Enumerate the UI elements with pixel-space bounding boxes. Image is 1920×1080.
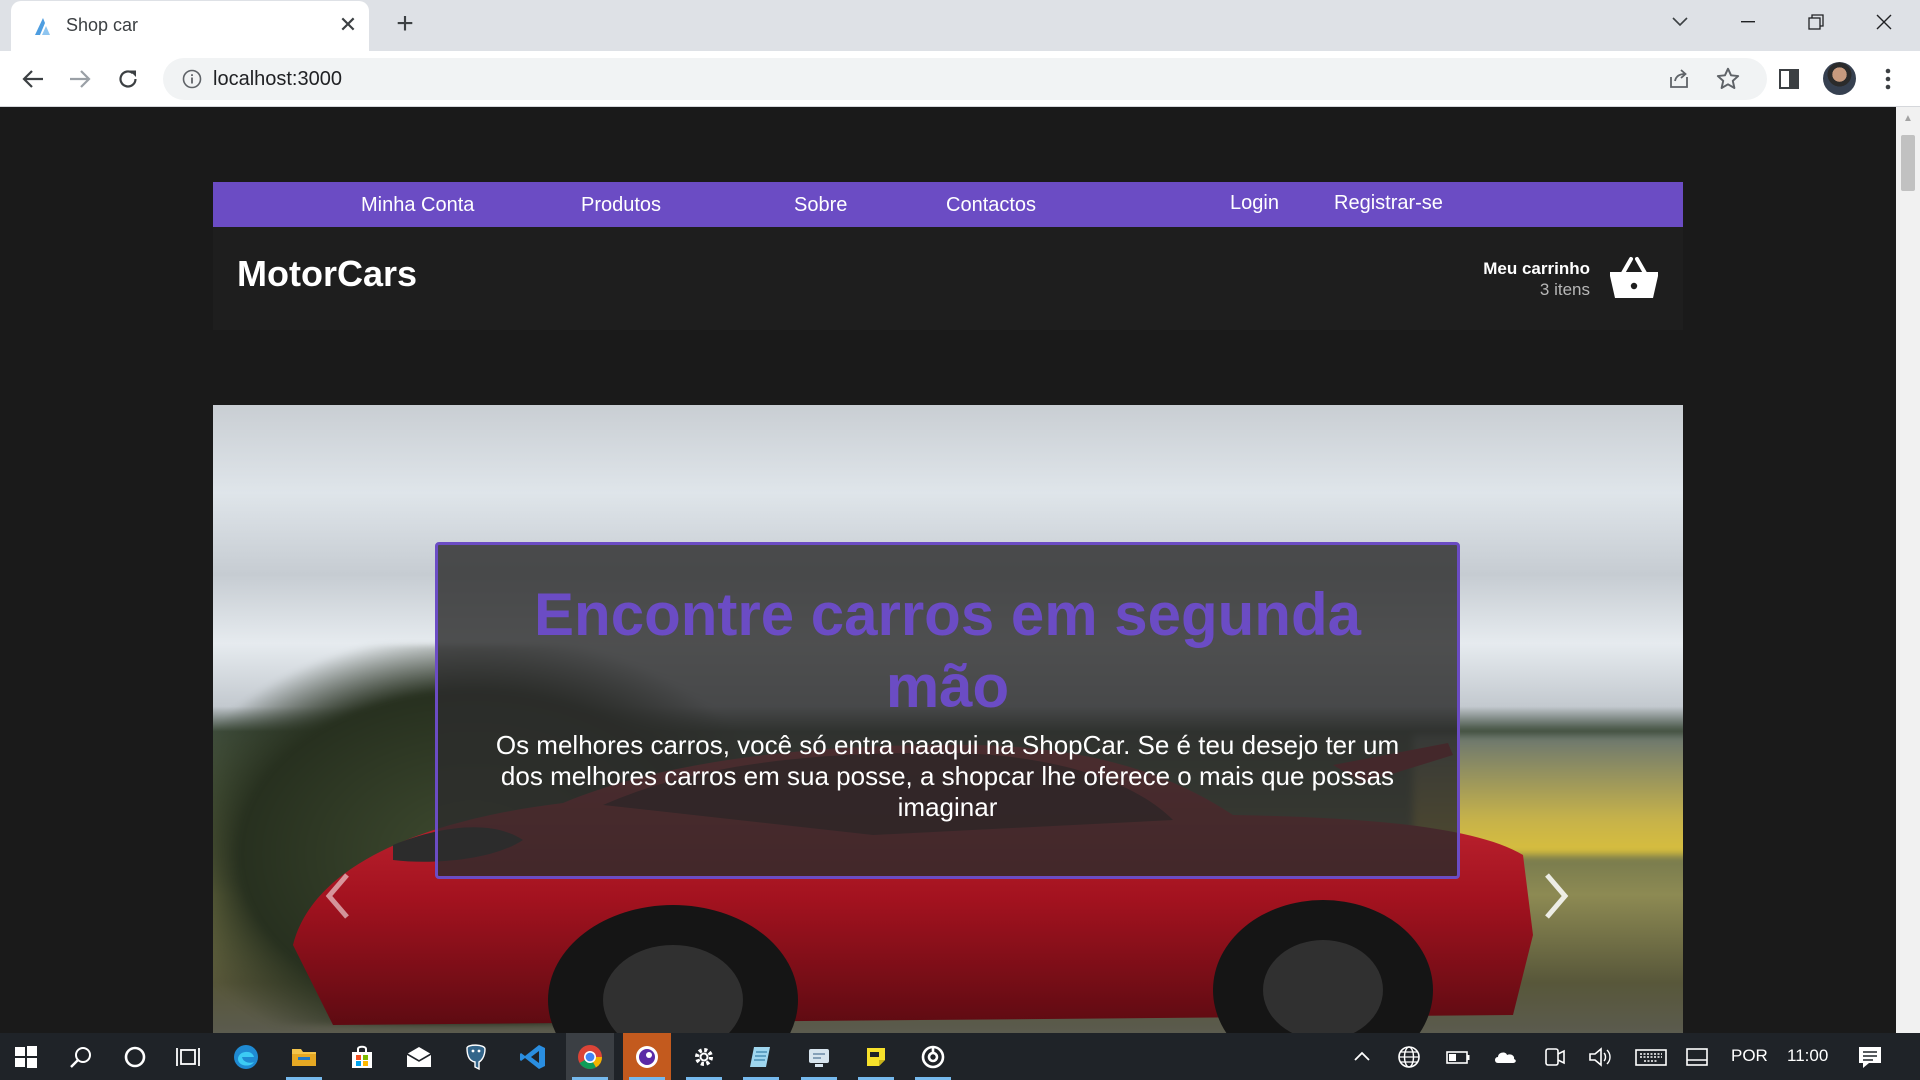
new-tab-button[interactable]: +: [389, 8, 421, 40]
reload-icon[interactable]: [110, 61, 146, 97]
input-panel-icon[interactable]: [1684, 1044, 1710, 1070]
nav-link-minha-conta[interactable]: Minha Conta: [361, 194, 474, 217]
back-arrow-icon[interactable]: [15, 61, 51, 97]
store-icon[interactable]: [338, 1033, 386, 1080]
browser-tab-strip: Shop car ✕ +: [0, 0, 1920, 51]
site-info-icon[interactable]: [181, 68, 203, 90]
side-panel-icon[interactable]: [1777, 67, 1801, 91]
search-icon[interactable]: [57, 1033, 105, 1080]
notifications-icon[interactable]: [1857, 1044, 1883, 1070]
hero-carousel: Encontre carros em segunda mão Os melhor…: [213, 405, 1683, 1033]
hero-caption-box: Encontre carros em segunda mão Os melhor…: [435, 542, 1460, 879]
minimize-icon[interactable]: [1718, 0, 1778, 44]
scroll-up-icon[interactable]: ▲: [1896, 107, 1920, 131]
task-view-icon[interactable]: [164, 1033, 212, 1080]
onedrive-cloud-icon[interactable]: [1492, 1044, 1518, 1070]
shopping-basket-icon[interactable]: [1609, 256, 1659, 300]
nav-link-sobre[interactable]: Sobre: [794, 194, 847, 217]
tab-title: Shop car: [66, 15, 139, 35]
settings-icon[interactable]: [680, 1033, 728, 1080]
remote-desktop-icon[interactable]: [795, 1033, 843, 1080]
bookmark-star-icon[interactable]: [1715, 66, 1741, 92]
tab-close-icon[interactable]: ✕: [335, 12, 361, 38]
browser-tab[interactable]: Shop car ✕: [11, 1, 369, 51]
hero-title: Encontre carros em segunda mão: [534, 581, 1361, 720]
carousel-next-icon[interactable]: [1539, 871, 1573, 921]
notepad-icon[interactable]: [737, 1033, 785, 1080]
browser-app-icon[interactable]: [623, 1033, 671, 1080]
carousel-prev-icon[interactable]: [321, 871, 355, 921]
page-scrollbar[interactable]: ▲: [1896, 107, 1920, 1033]
page-viewport: Minha Conta Produtos Sobre Contactos Log…: [0, 107, 1896, 1033]
kebab-menu-icon[interactable]: [1878, 67, 1898, 91]
favicon-icon: [35, 18, 50, 35]
app-circle-icon[interactable]: [909, 1033, 957, 1080]
mail-icon[interactable]: [395, 1033, 443, 1080]
edge-icon[interactable]: [222, 1033, 270, 1080]
battery-icon[interactable]: [1445, 1044, 1471, 1070]
postgres-icon[interactable]: [452, 1033, 500, 1080]
restore-window-icon[interactable]: [1786, 0, 1846, 44]
brand-logo[interactable]: MotorCars: [237, 253, 417, 295]
windows-start-icon[interactable]: [2, 1033, 50, 1080]
share-icon[interactable]: [1667, 67, 1691, 91]
cart-item-count: 3 itens: [1539, 280, 1590, 299]
file-explorer-icon[interactable]: [280, 1033, 328, 1080]
cortana-icon[interactable]: [111, 1033, 159, 1080]
register-link[interactable]: Registrar-se: [1334, 192, 1443, 215]
touch-keyboard-icon[interactable]: [1635, 1044, 1667, 1070]
forward-arrow-icon[interactable]: [62, 61, 98, 97]
browser-toolbar: localhost:3000: [0, 51, 1920, 107]
url-text[interactable]: localhost:3000: [213, 68, 342, 91]
site-header: MotorCars Meu carrinho 3 itens: [213, 227, 1683, 330]
login-link[interactable]: Login: [1230, 192, 1279, 215]
scrollbar-thumb[interactable]: [1901, 135, 1915, 191]
address-bar[interactable]: localhost:3000: [163, 58, 1767, 100]
volume-icon[interactable]: [1587, 1044, 1613, 1070]
meet-now-icon[interactable]: [1542, 1044, 1568, 1070]
nav-link-contactos[interactable]: Contactos: [946, 194, 1036, 217]
nav-link-produtos[interactable]: Produtos: [581, 194, 661, 217]
network-globe-icon[interactable]: [1396, 1044, 1422, 1070]
profile-avatar[interactable]: [1823, 62, 1856, 95]
cart-title[interactable]: Meu carrinho: [1483, 259, 1590, 279]
language-indicator[interactable]: POR: [1731, 1046, 1768, 1066]
hero-description: Os melhores carros, você só entra naaqui…: [495, 730, 1400, 822]
vscode-icon[interactable]: [509, 1033, 557, 1080]
clock-time[interactable]: 11:00: [1787, 1046, 1828, 1066]
close-window-icon[interactable]: [1854, 0, 1914, 44]
sticky-notes-icon[interactable]: [852, 1033, 900, 1080]
tab-search-icon[interactable]: [1650, 0, 1710, 44]
windows-taskbar: POR 11:00: [0, 1033, 1920, 1080]
show-hidden-icons-icon[interactable]: [1349, 1044, 1375, 1070]
chrome-icon[interactable]: [566, 1033, 614, 1080]
top-navigation: Minha Conta Produtos Sobre Contactos Log…: [213, 182, 1683, 227]
